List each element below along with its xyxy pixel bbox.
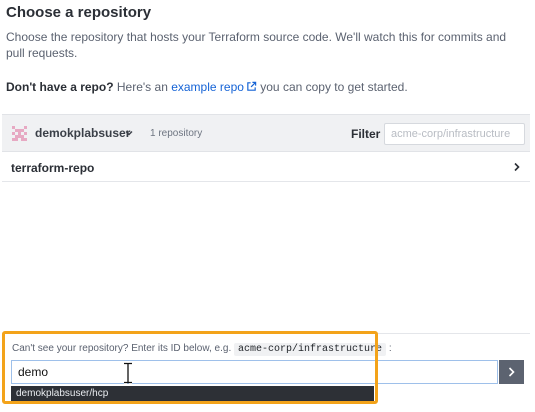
autocomplete-suggestion[interactable]: demokplabsuser/hcp [11,386,374,401]
chevron-down-icon[interactable] [124,128,134,138]
example-repo-link[interactable]: example repo [171,80,244,94]
manual-repo-entry: Can't see your repository? Enter its ID … [2,333,530,393]
example-repo-id: acme-corp/infrastructure [234,343,387,356]
manual-entry-prompt: Can't see your repository? Enter its ID … [12,343,232,354]
org-selector-bar: demokplabsuser 1 repository Filter [2,114,530,152]
manual-entry-hint: Can't see your repository? Enter its ID … [12,343,392,356]
no-repo-text-before: Here's an [113,80,172,94]
no-repo-text-after: you can copy to get started. [256,80,408,94]
manual-entry-suffix: : [388,343,392,354]
filter-input[interactable] [384,123,525,145]
no-repo-bold: Don't have a repo? [6,80,114,94]
filter-label: Filter [351,127,381,141]
repo-list-item[interactable]: terraform-repo [2,152,530,182]
avatar-identicon [12,126,27,141]
page-title: Choose a repository [6,4,152,21]
chevron-right-icon [508,367,515,377]
no-repo-hint: Don't have a repo? Here's an example rep… [6,80,408,94]
org-dropdown[interactable]: demokplabsuser [35,126,130,140]
repo-name: terraform-repo [11,161,95,175]
page-description: Choose the repository that hosts your Te… [6,30,507,60]
i-beam-cursor-icon [124,362,132,384]
external-link-icon[interactable] [246,81,257,92]
repo-count: 1 repository [150,128,203,139]
submit-repo-id-button[interactable] [499,360,524,384]
chevron-right-icon [514,162,520,172]
repo-id-input[interactable] [11,360,498,384]
